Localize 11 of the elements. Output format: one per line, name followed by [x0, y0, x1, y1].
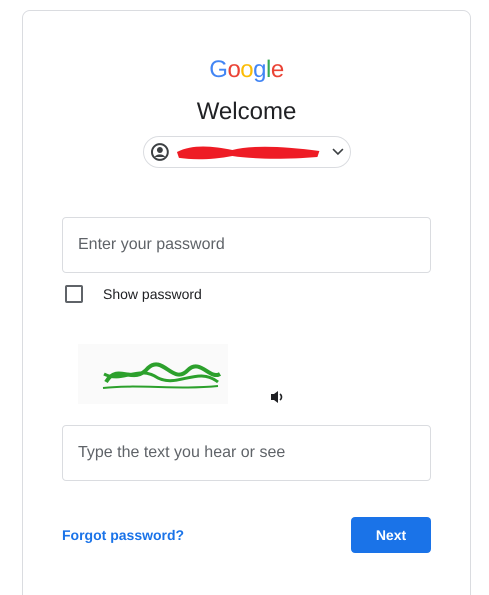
- next-button[interactable]: Next: [351, 517, 431, 553]
- password-field[interactable]: Enter your password: [62, 217, 431, 273]
- logo: Google: [209, 55, 284, 85]
- captcha-field[interactable]: Type the text you hear or see: [62, 425, 431, 481]
- account-icon: [150, 142, 170, 162]
- show-password-label: Show password: [103, 284, 202, 304]
- checkbox[interactable]: [65, 285, 83, 303]
- account-chip[interactable]: [142, 136, 350, 168]
- heading: Welcome: [196, 97, 296, 127]
- forgot-password-link[interactable]: Forgot password?: [62, 524, 184, 546]
- chevron-down-icon: [332, 148, 344, 156]
